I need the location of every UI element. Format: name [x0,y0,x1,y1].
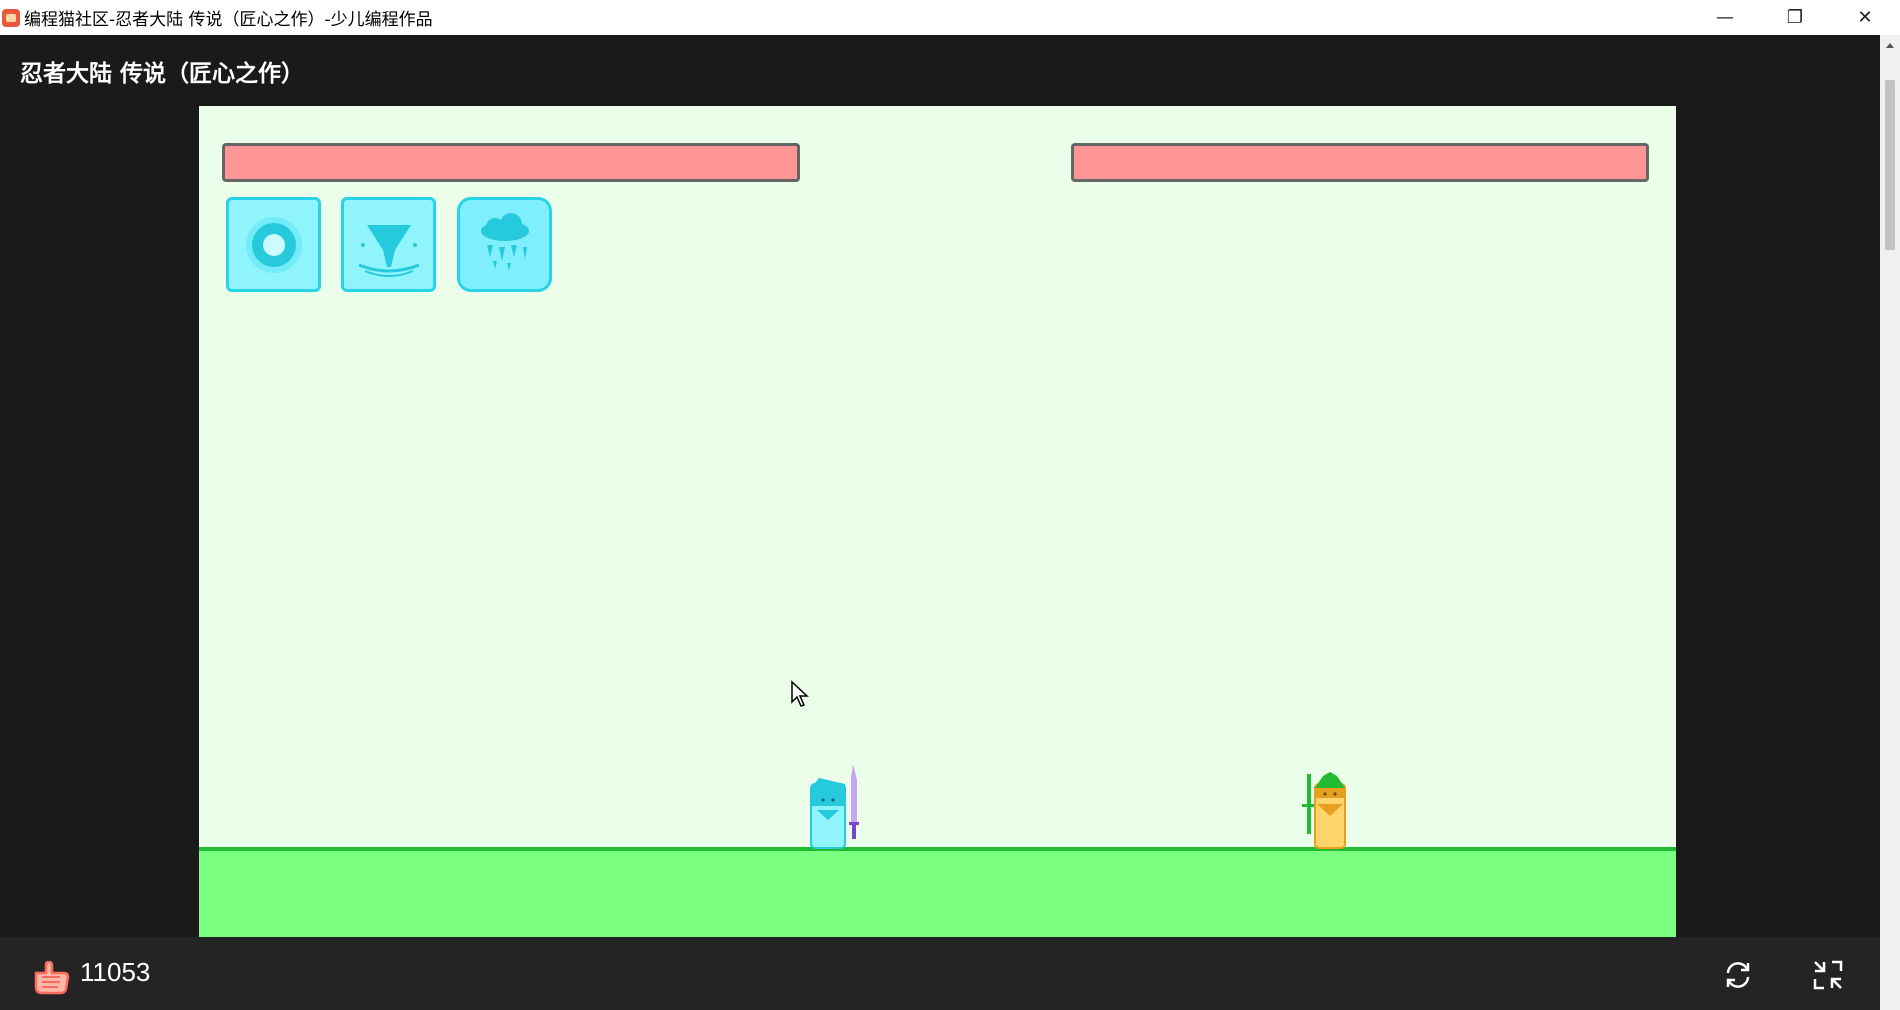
enemy-ninja [1299,766,1349,856]
window-controls: — ❐ ✕ [1690,0,1900,35]
close-button[interactable]: ✕ [1830,0,1900,35]
exit-fullscreen-icon[interactable] [1812,959,1844,995]
mouse-cursor-icon [790,680,810,712]
window-title: 编程猫社区-忍者大陆 传说（匠心之作）-少儿编程作品 [24,10,433,30]
ground [199,847,1676,937]
ring-skill-icon[interactable] [226,197,321,292]
minimize-button[interactable]: — [1690,0,1760,35]
restore-button[interactable]: ❐ [1760,0,1830,35]
vertical-scrollbar[interactable] [1880,35,1900,1010]
tornado-skill-icon[interactable] [341,197,436,292]
player-health-bar [222,143,800,182]
scroll-thumb[interactable] [1885,80,1895,250]
like-count: 11053 [80,957,151,987]
refresh-icon[interactable] [1722,959,1754,995]
window-titlebar: 编程猫社区-忍者大陆 传说（匠心之作）-少儿编程作品 — ❐ ✕ [0,0,1900,35]
bottom-bar: 11053 [0,937,1880,1010]
scroll-up-arrow-icon[interactable] [1886,43,1894,48]
page-header: 忍者大陆 传说（匠心之作） [0,35,1880,105]
player-ninja [809,762,861,856]
page-title: 忍者大陆 传说（匠心之作） [20,61,305,87]
ice-rain-skill-icon[interactable] [457,197,552,292]
game-stage[interactable] [199,106,1676,937]
like-hand-icon[interactable] [32,960,70,999]
app-logo-icon [2,8,20,27]
enemy-health-bar [1071,143,1649,182]
